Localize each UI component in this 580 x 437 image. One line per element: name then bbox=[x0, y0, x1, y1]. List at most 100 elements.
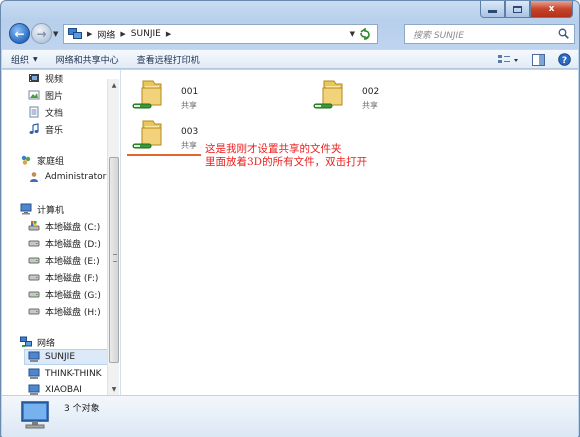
sidebar-item-network[interactable]: 网络 bbox=[20, 334, 55, 350]
sidebar-item-computer[interactable]: 计算机 bbox=[20, 201, 64, 217]
folder-share-status: 共享 bbox=[181, 141, 197, 150]
shared-folder-icon bbox=[313, 80, 343, 109]
sidebar-item-video[interactable]: 视频 bbox=[28, 70, 63, 86]
network-icon bbox=[20, 336, 32, 348]
sidebar-item-homegroup[interactable]: 家庭组 bbox=[20, 152, 64, 168]
organize-label: 组织 bbox=[11, 55, 30, 66]
sidebar-item-label: 网络 bbox=[37, 338, 56, 349]
grip-icon bbox=[113, 254, 117, 262]
folder-name: 001 bbox=[181, 87, 199, 97]
refresh-icon bbox=[360, 28, 370, 40]
forward-button[interactable]: → bbox=[31, 23, 52, 44]
help-icon: ? bbox=[557, 53, 571, 66]
recent-pages-dropdown[interactable]: ▼ bbox=[53, 30, 58, 38]
breadcrumb-network[interactable]: 网络 bbox=[97, 28, 115, 41]
sidebar-item-label: 本地磁盘 (H:) bbox=[45, 307, 101, 318]
breadcrumb-separator[interactable]: ▶ bbox=[166, 30, 171, 38]
chevron-down-icon: ▼ bbox=[33, 55, 38, 63]
back-button[interactable]: ← bbox=[9, 23, 30, 44]
address-dropdown-icon[interactable]: ▼ bbox=[350, 30, 355, 38]
refresh-button[interactable] bbox=[357, 26, 373, 42]
sidebar-item-drive-d[interactable]: 本地磁盘 (D:) bbox=[28, 235, 101, 251]
annotation-line: 里面放着3D的所有文件，双击打开 bbox=[205, 156, 368, 168]
sidebar-item-label: 家庭组 bbox=[37, 156, 65, 167]
network-sharing-center-button[interactable]: 网络和共享中心 bbox=[47, 53, 128, 66]
status-bar: 3 个对象 bbox=[2, 395, 578, 437]
breadcrumb-sunjie[interactable]: SUNJIE bbox=[131, 29, 161, 39]
forward-arrow-icon: → bbox=[36, 26, 47, 41]
folder-name: 002 bbox=[362, 87, 380, 97]
sidebar-item-label: 本地磁盘 (G:) bbox=[45, 290, 101, 301]
address-bar[interactable]: ▶ 网络 ▶ SUNJIE ▶ ▼ bbox=[63, 24, 378, 44]
breadcrumb-separator[interactable]: ▶ bbox=[120, 30, 125, 38]
sidebar-item-label: 视频 bbox=[45, 74, 64, 85]
view-options-icon bbox=[498, 54, 518, 63]
svg-text:?: ? bbox=[561, 56, 566, 66]
pictures-library-icon bbox=[28, 89, 40, 101]
homegroup-icon bbox=[20, 154, 32, 166]
sidebar-item-drive-f[interactable]: 本地磁盘 (F:) bbox=[28, 269, 98, 285]
user-icon bbox=[28, 171, 40, 183]
minimize-button[interactable] bbox=[480, 1, 505, 18]
music-library-icon bbox=[28, 123, 40, 135]
navigation-scrollbar[interactable]: ▲ ▼ bbox=[107, 79, 119, 395]
scrollbar-thumb[interactable] bbox=[109, 157, 119, 363]
scroll-down-arrow-icon[interactable]: ▼ bbox=[108, 383, 120, 395]
minimize-icon bbox=[488, 10, 497, 13]
hard-drive-icon bbox=[28, 254, 40, 266]
shared-folder-icon bbox=[132, 120, 162, 149]
sidebar-item-label: 计算机 bbox=[37, 205, 65, 216]
close-button[interactable]: x bbox=[530, 1, 573, 18]
toolbar-right-group: ? bbox=[488, 51, 574, 68]
shared-folder-item[interactable]: 001 共享 bbox=[131, 76, 221, 116]
view-remote-printers-label: 查看远程打印机 bbox=[136, 55, 200, 66]
annotation-underline bbox=[127, 154, 201, 156]
maximize-button[interactable] bbox=[505, 1, 530, 18]
sidebar-item-drive-h[interactable]: 本地磁盘 (H:) bbox=[28, 303, 101, 319]
sidebar-item-label: Administrator ( bbox=[45, 172, 113, 182]
sidebar-item-sunjie[interactable]: SUNJIE bbox=[24, 349, 108, 365]
shared-folder-icon bbox=[132, 80, 162, 109]
scroll-up-arrow-icon[interactable]: ▲ bbox=[108, 79, 120, 91]
organize-menu[interactable]: 组织 ▼ bbox=[2, 53, 47, 66]
search-placeholder: 搜索 SUNJIE bbox=[413, 30, 464, 41]
network-computer-icon bbox=[28, 351, 40, 363]
hard-drive-icon bbox=[28, 288, 40, 300]
sidebar-item-label: 本地磁盘 (D:) bbox=[45, 239, 101, 250]
sidebar-item-label: 本地磁盘 (F:) bbox=[45, 273, 99, 284]
hard-drive-icon bbox=[28, 305, 40, 317]
preview-pane-button[interactable] bbox=[528, 51, 548, 68]
hard-drive-icon bbox=[28, 271, 40, 283]
hard-drive-icon bbox=[28, 237, 40, 249]
preview-pane-icon bbox=[531, 53, 545, 66]
help-button[interactable]: ? bbox=[554, 51, 574, 68]
sidebar-item-think-think[interactable]: THINK-THINK bbox=[28, 366, 102, 382]
breadcrumb-separator[interactable]: ▶ bbox=[87, 30, 92, 38]
item-count: 3 个对象 bbox=[64, 404, 100, 414]
shared-folder-item[interactable]: 002 共享 bbox=[312, 76, 402, 116]
search-input[interactable]: 搜索 SUNJIE bbox=[404, 24, 575, 44]
sidebar-item-drive-e[interactable]: 本地磁盘 (E:) bbox=[28, 252, 100, 268]
network-computer-icon bbox=[21, 401, 49, 429]
network-location-icon bbox=[68, 28, 82, 39]
window-caption-buttons: x bbox=[480, 1, 573, 18]
sidebar-item-administrator[interactable]: Administrator ( bbox=[28, 169, 113, 185]
search-icon[interactable] bbox=[558, 28, 569, 39]
sidebar-item-xiaobai[interactable]: XIAOBAI bbox=[28, 382, 82, 395]
explorer-window: x ← → ▼ ▶ 网络 ▶ SUNJIE ▶ ▼ 搜索 SUNJIE 组织 ▼… bbox=[0, 0, 580, 437]
sidebar-item-drive-g[interactable]: 本地磁盘 (G:) bbox=[28, 286, 101, 302]
video-library-icon bbox=[28, 72, 40, 84]
documents-library-icon bbox=[28, 106, 40, 118]
view-options-button[interactable] bbox=[494, 51, 522, 68]
computer-icon bbox=[20, 203, 32, 215]
folder-name: 003 bbox=[181, 127, 199, 137]
sidebar-item-documents[interactable]: 文档 bbox=[28, 104, 63, 120]
sidebar-item-label: 图片 bbox=[45, 91, 64, 102]
sidebar-item-music[interactable]: 音乐 bbox=[28, 121, 63, 137]
view-remote-printers-button[interactable]: 查看远程打印机 bbox=[128, 53, 209, 66]
network-sharing-center-label: 网络和共享中心 bbox=[55, 55, 119, 66]
folder-share-status: 共享 bbox=[181, 101, 197, 110]
sidebar-item-drive-c[interactable]: 本地磁盘 (C:) bbox=[28, 218, 100, 234]
sidebar-item-pictures[interactable]: 图片 bbox=[28, 87, 63, 103]
windows-drive-icon bbox=[28, 220, 40, 232]
